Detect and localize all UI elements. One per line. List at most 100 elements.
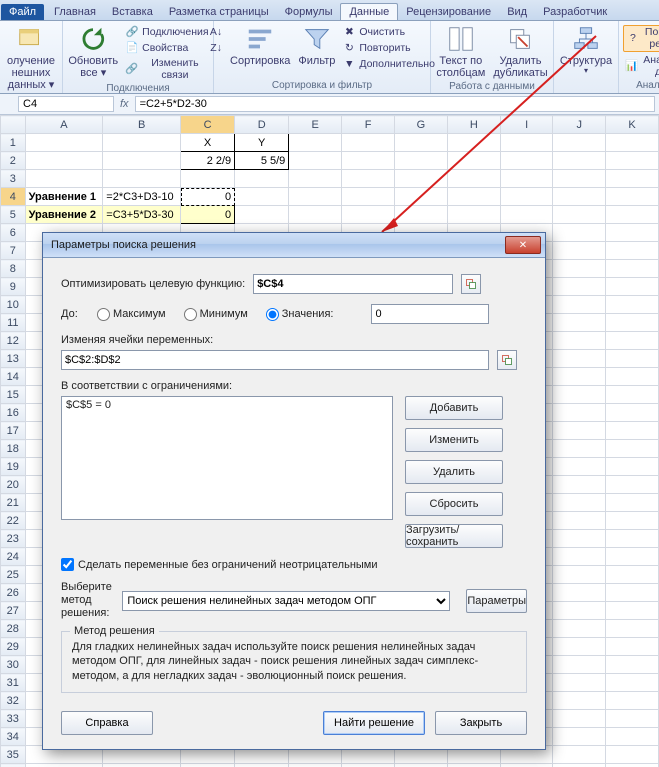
add-constraint-button[interactable]: Добавить xyxy=(405,396,503,420)
solver-button[interactable]: ?Поиск реш xyxy=(623,25,659,52)
objective-input[interactable] xyxy=(253,274,453,294)
col-header[interactable]: G xyxy=(394,116,447,134)
cell[interactable] xyxy=(606,728,659,746)
reset-button[interactable]: Сбросить xyxy=(405,492,503,516)
cell[interactable] xyxy=(235,764,289,767)
clear-filter-button[interactable]: ✖Очистить xyxy=(340,25,437,41)
cell[interactable] xyxy=(553,710,606,728)
reapply-button[interactable]: ↻Повторить xyxy=(340,41,437,57)
method-select[interactable]: Поиск решения нелинейных задач методом О… xyxy=(122,591,450,611)
cell-active[interactable]: 0 xyxy=(181,188,235,206)
cell[interactable]: X xyxy=(181,134,235,152)
formula-input[interactable] xyxy=(135,96,655,112)
cell[interactable] xyxy=(606,656,659,674)
cell[interactable] xyxy=(606,368,659,386)
constraint-item[interactable]: $C$5 = 0 xyxy=(66,399,388,411)
close-dialog-button[interactable]: Закрыть xyxy=(435,711,527,735)
value-input[interactable] xyxy=(371,304,489,324)
refresh-all-button[interactable]: Обновить все ▾ xyxy=(65,23,121,80)
cell[interactable] xyxy=(606,422,659,440)
cell[interactable] xyxy=(181,764,235,767)
cell[interactable] xyxy=(25,764,103,767)
cell[interactable] xyxy=(553,512,606,530)
row-header[interactable]: 24 xyxy=(1,548,26,566)
cell[interactable] xyxy=(606,620,659,638)
cell[interactable] xyxy=(394,764,447,767)
nonneg-checkbox[interactable]: Сделать переменные без ограничений неотр… xyxy=(61,558,527,571)
cell[interactable]: Y xyxy=(235,134,289,152)
cell[interactable]: Уравнение 1 xyxy=(25,188,103,206)
col-header[interactable]: J xyxy=(553,116,606,134)
tab-layout[interactable]: Разметка страницы xyxy=(161,4,277,20)
col-header[interactable]: I xyxy=(500,116,553,134)
properties-button[interactable]: 📄Свойства xyxy=(123,41,210,57)
sort-za-button[interactable]: Z↓ xyxy=(207,41,225,57)
cell[interactable] xyxy=(553,440,606,458)
cell[interactable] xyxy=(553,656,606,674)
cell[interactable] xyxy=(606,242,659,260)
row-header[interactable]: 12 xyxy=(1,332,26,350)
cell[interactable] xyxy=(553,620,606,638)
delete-constraint-button[interactable]: Удалить xyxy=(405,460,503,484)
row-header[interactable]: 2 xyxy=(1,152,26,170)
cell[interactable] xyxy=(606,458,659,476)
cell[interactable] xyxy=(553,764,606,767)
cell[interactable] xyxy=(553,530,606,548)
cell[interactable]: =C3+5*D3-30 xyxy=(103,206,181,224)
col-header[interactable]: E xyxy=(289,116,342,134)
row-header[interactable]: 17 xyxy=(1,422,26,440)
tab-view[interactable]: Вид xyxy=(499,4,535,20)
cell[interactable]: 0 xyxy=(181,206,235,224)
text-to-columns-button[interactable]: Текст по столбцам xyxy=(433,23,488,80)
row-header[interactable]: 14 xyxy=(1,368,26,386)
row-header[interactable]: 34 xyxy=(1,728,26,746)
cell[interactable] xyxy=(553,494,606,512)
tab-home[interactable]: Главная xyxy=(46,4,104,20)
opt-min-radio[interactable]: Минимум xyxy=(184,308,248,321)
cell[interactable]: =2*C3+D3-10 xyxy=(103,188,181,206)
name-box[interactable] xyxy=(18,96,114,112)
filter-button[interactable]: Фильтр xyxy=(295,23,338,68)
cell[interactable] xyxy=(553,368,606,386)
dialog-titlebar[interactable]: Параметры поиска решения ✕ xyxy=(43,233,545,258)
col-header[interactable]: F xyxy=(342,116,395,134)
cell[interactable] xyxy=(553,422,606,440)
row-header[interactable]: 4 xyxy=(1,188,26,206)
tab-data[interactable]: Данные xyxy=(340,3,398,20)
cell[interactable] xyxy=(553,638,606,656)
cell[interactable] xyxy=(500,764,553,767)
row-header[interactable]: 18 xyxy=(1,440,26,458)
col-header[interactable]: D xyxy=(235,116,289,134)
advanced-filter-button[interactable]: ▼Дополнительно xyxy=(340,57,437,73)
cell[interactable] xyxy=(606,566,659,584)
row-header[interactable]: 31 xyxy=(1,674,26,692)
row-header[interactable]: 7 xyxy=(1,242,26,260)
cell[interactable] xyxy=(606,350,659,368)
cell[interactable] xyxy=(553,332,606,350)
tab-file[interactable]: Файл xyxy=(1,4,44,20)
cell[interactable] xyxy=(342,764,395,767)
cell[interactable] xyxy=(606,386,659,404)
row-header[interactable]: 33 xyxy=(1,710,26,728)
cell[interactable] xyxy=(606,710,659,728)
row-header[interactable]: 15 xyxy=(1,386,26,404)
tab-formulas[interactable]: Формулы xyxy=(277,4,341,20)
cell[interactable] xyxy=(553,314,606,332)
row-header[interactable]: 36 xyxy=(1,764,26,767)
cell[interactable] xyxy=(553,458,606,476)
row-header[interactable]: 35 xyxy=(1,746,26,764)
row-header[interactable]: 26 xyxy=(1,584,26,602)
cell[interactable] xyxy=(553,584,606,602)
cell[interactable] xyxy=(606,638,659,656)
row-header[interactable]: 20 xyxy=(1,476,26,494)
edit-links-button[interactable]: 🔗Изменить связи xyxy=(123,57,210,82)
range-picker-button[interactable] xyxy=(497,350,517,370)
cell[interactable] xyxy=(553,404,606,422)
range-picker-button[interactable] xyxy=(461,274,481,294)
sort-button[interactable]: Сортировка xyxy=(227,23,293,68)
cell[interactable] xyxy=(606,332,659,350)
cell[interactable] xyxy=(289,764,342,767)
col-header[interactable]: A xyxy=(25,116,103,134)
cell[interactable] xyxy=(606,530,659,548)
cell[interactable] xyxy=(103,764,181,767)
